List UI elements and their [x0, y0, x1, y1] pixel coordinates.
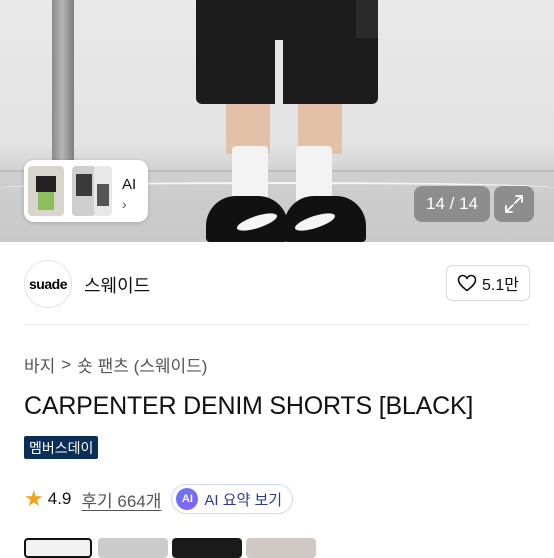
- rating-value: 4.9: [47, 489, 72, 508]
- like-button[interactable]: 5.1만: [446, 265, 530, 301]
- expand-icon: [505, 195, 523, 213]
- thumbnail[interactable]: [172, 538, 242, 558]
- right-shoe: [284, 196, 366, 242]
- background-pole: [52, 0, 74, 175]
- members-day-badge: 멤버스데이: [24, 436, 99, 459]
- breadcrumb-category[interactable]: 바지: [24, 352, 55, 377]
- ai-thumbnail: [28, 166, 64, 216]
- ai-icon: AI: [176, 488, 199, 510]
- heart-icon: [457, 274, 477, 292]
- ai-summary-label: AI 요약 보기: [204, 491, 283, 509]
- breadcrumb-subcategory[interactable]: 숏 팬츠 (스웨이드): [77, 352, 207, 377]
- image-counter: 14 / 14: [414, 186, 490, 222]
- brand-name[interactable]: 스웨이드: [84, 272, 150, 298]
- breadcrumb: 바지 > 숏 팬츠 (스웨이드): [24, 352, 207, 377]
- ai-summary-button[interactable]: AI AI 요약 보기: [171, 484, 294, 514]
- thumbnail[interactable]: [98, 538, 168, 558]
- left-shoe: [206, 196, 288, 242]
- thumbnail-selected[interactable]: [24, 538, 92, 558]
- shorts-pocket: [356, 0, 378, 38]
- product-title: CARPENTER DENIM SHORTS [BLACK]: [24, 392, 474, 420]
- review-count-link[interactable]: 후기 664개: [81, 487, 161, 512]
- ai-style-card[interactable]: AI ›: [24, 160, 148, 222]
- star-icon: ★: [24, 486, 44, 511]
- expand-button[interactable]: [494, 186, 534, 222]
- shorts-leg-gap: [275, 40, 283, 104]
- shorts-graphic: [196, 0, 378, 104]
- like-count: 5.1만: [482, 277, 519, 294]
- chevron-right-icon: ›: [122, 196, 127, 212]
- ai-card-label: AI: [122, 176, 137, 193]
- ai-thumbnail: [72, 166, 96, 216]
- thumbnail[interactable]: [246, 538, 316, 558]
- brand-logo[interactable]: suade: [24, 260, 72, 308]
- product-image[interactable]: AI › 14 / 14: [0, 0, 554, 242]
- divider: [24, 324, 530, 325]
- breadcrumb-separator-icon: >: [61, 354, 72, 374]
- rating-row: ★ 4.9 후기 664개 AI AI 요약 보기: [24, 484, 294, 514]
- ai-thumbnail: [94, 166, 112, 216]
